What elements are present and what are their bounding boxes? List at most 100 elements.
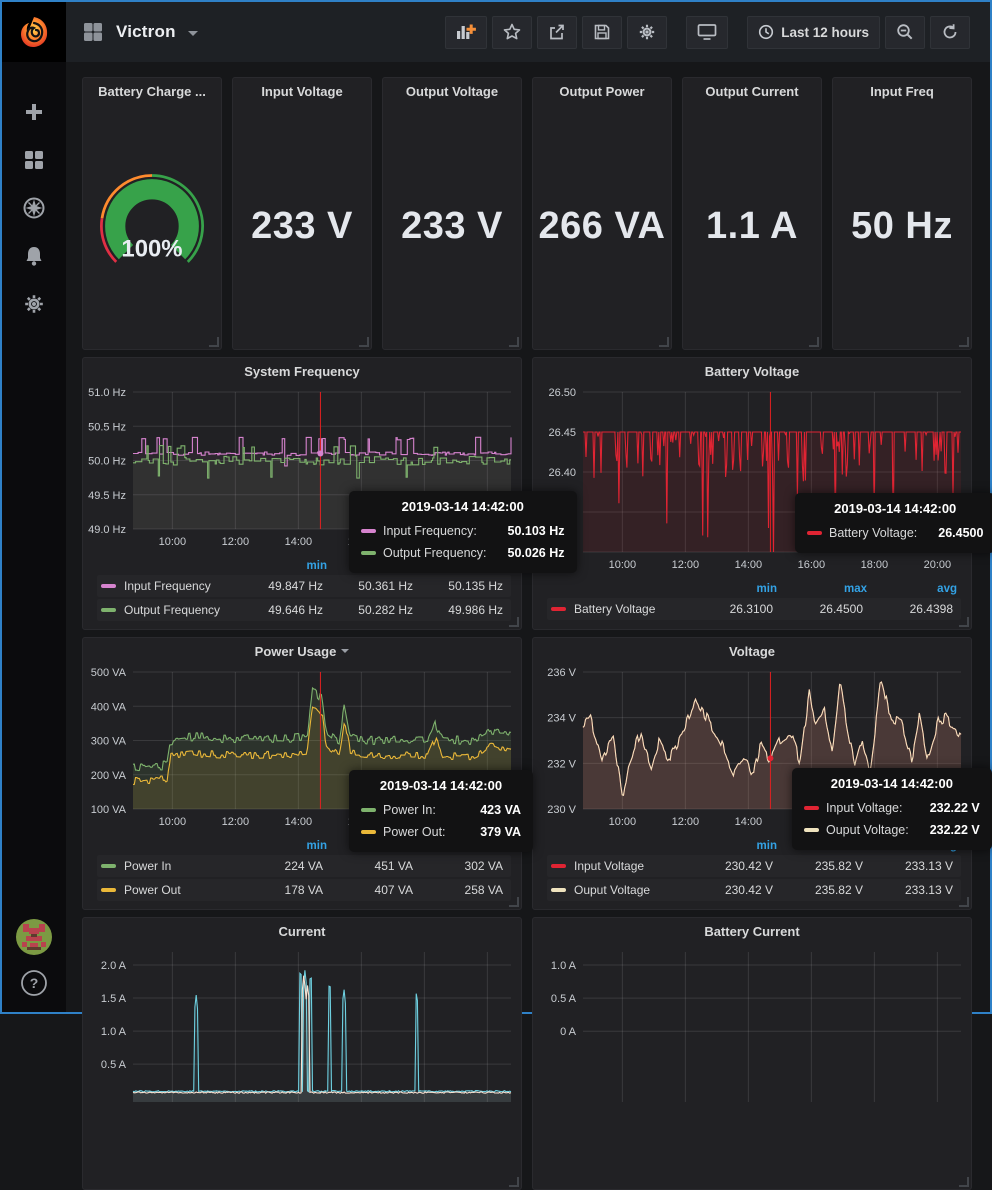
star-button[interactable] <box>492 16 532 49</box>
panel-resize-handle[interactable] <box>959 617 969 627</box>
svg-text:20:00: 20:00 <box>924 559 952 571</box>
zoom-out-button[interactable] <box>885 16 925 49</box>
panel-title[interactable]: Output Power <box>533 78 671 104</box>
svg-text:14:00: 14:00 <box>735 559 763 571</box>
svg-text:14:00: 14:00 <box>285 536 313 548</box>
panel-resize-handle[interactable] <box>959 337 969 347</box>
panel-title[interactable]: Battery Current <box>533 918 971 944</box>
stat-value: 233 V <box>383 104 521 349</box>
panel-resize-handle[interactable] <box>509 337 519 347</box>
panel-title[interactable]: Output Voltage <box>383 78 521 104</box>
top-navbar: Victron <box>66 2 990 62</box>
legend-series-toggle[interactable]: Ouput Voltage <box>551 883 687 897</box>
panel-title[interactable]: Current <box>83 918 521 944</box>
series-color-swatch <box>101 864 116 868</box>
svg-text:1.0 A: 1.0 A <box>101 1026 127 1038</box>
chart-plot-current[interactable]: 2.0 A1.5 A1.0 A0.5 A <box>83 944 521 1124</box>
legend-row: Input Frequency49.847 Hz50.361 Hz50.135 … <box>97 575 511 597</box>
legend-col-max[interactable]: max <box>781 583 871 595</box>
panel-title[interactable]: Battery Voltage <box>533 358 971 384</box>
cycle-view-button[interactable] <box>686 16 728 49</box>
svg-text:51.0 Hz: 51.0 Hz <box>88 387 126 399</box>
panel-resize-handle[interactable] <box>509 897 519 907</box>
panel-title[interactable]: Power Usage <box>83 638 521 664</box>
series-color-swatch <box>361 551 376 555</box>
panel-resize-handle[interactable] <box>509 617 519 627</box>
legend-series-toggle[interactable]: Power In <box>101 859 237 873</box>
legend-series-toggle[interactable]: Input Frequency <box>101 579 237 593</box>
svg-text:1.0 A: 1.0 A <box>551 960 577 972</box>
panel-title[interactable]: Input Freq <box>833 78 971 104</box>
svg-text:0 A: 0 A <box>560 1026 577 1038</box>
save-button[interactable] <box>582 16 622 49</box>
panel-title[interactable]: Voltage <box>533 638 971 664</box>
panel-title[interactable]: Input Voltage <box>233 78 371 104</box>
chevron-down-icon[interactable] <box>188 31 198 36</box>
panel-title[interactable]: System Frequency <box>83 358 521 384</box>
panel-resize-handle[interactable] <box>959 897 969 907</box>
gear-icon <box>638 23 656 41</box>
stat-panel-input-freq: Input Freq50 Hz <box>832 77 972 350</box>
legend-stat-value: 49.986 Hz <box>417 603 507 617</box>
svg-text:26.40: 26.40 <box>548 467 576 479</box>
dashboard-settings-button[interactable] <box>627 16 667 49</box>
sidebar-item-explore[interactable] <box>2 196 66 220</box>
tooltip-row: Input Frequency:50.103 Hz <box>361 520 565 542</box>
legend-stat-value: 230.42 V <box>687 883 777 897</box>
svg-text:10:00: 10:00 <box>609 559 637 571</box>
legend-col-min[interactable]: min <box>691 840 781 852</box>
legend-col-min[interactable]: min <box>691 583 781 595</box>
panel-resize-handle[interactable] <box>659 337 669 347</box>
sidebar-item-create[interactable] <box>2 100 66 124</box>
legend-row: Output Frequency49.646 Hz50.282 Hz49.986… <box>97 599 511 621</box>
share-button[interactable] <box>537 16 577 49</box>
panel-resize-handle[interactable] <box>359 337 369 347</box>
panel-resize-handle[interactable] <box>809 337 819 347</box>
legend-col-min[interactable]: min <box>241 560 331 572</box>
legend-stat-value: 26.4398 <box>867 602 957 616</box>
sidebar-item-alerting[interactable] <box>2 244 66 268</box>
legend-row: Ouput Voltage230.42 V235.82 V233.13 V <box>547 879 961 901</box>
help-button[interactable]: ? <box>2 968 66 998</box>
sidebar: ? <box>2 2 66 1012</box>
legend-series-toggle[interactable]: Input Voltage <box>551 859 687 873</box>
save-icon <box>593 23 611 41</box>
panel-title[interactable]: Output Current <box>683 78 821 104</box>
panel-title[interactable]: Battery Charge ... <box>83 78 221 104</box>
dashboard-canvas: Battery Charge ...100%Input Voltage233 V… <box>82 77 972 1190</box>
time-range-picker[interactable]: Last 12 hours <box>747 16 880 49</box>
dashboard-title[interactable]: Victron <box>116 22 176 42</box>
panel-resize-handle[interactable] <box>509 1177 519 1187</box>
svg-text:400 VA: 400 VA <box>91 701 127 713</box>
chart-tooltip-voltage: 2019-03-14 14:42:00Input Voltage:232.22 … <box>792 768 992 850</box>
sidebar-item-dashboards[interactable] <box>2 148 66 172</box>
refresh-button[interactable] <box>930 16 970 49</box>
grafana-logo[interactable] <box>2 2 66 62</box>
series-color-swatch <box>551 888 566 892</box>
svg-text:200 VA: 200 VA <box>91 770 127 782</box>
add-panel-button[interactable] <box>445 16 487 49</box>
svg-text:10:00: 10:00 <box>159 816 187 828</box>
legend-col-avg[interactable]: avg <box>871 583 961 595</box>
legend-series-toggle[interactable]: Output Frequency <box>101 603 237 617</box>
legend-stat-value: 233.13 V <box>867 883 957 897</box>
stat-panel-output-current: Output Current1.1 A <box>682 77 822 350</box>
stats-row: Battery Charge ...100%Input Voltage233 V… <box>82 77 972 350</box>
legend-col-min[interactable]: min <box>241 840 331 852</box>
svg-text:50.0 Hz: 50.0 Hz <box>88 456 126 468</box>
legend-series-toggle[interactable]: Power Out <box>101 883 237 897</box>
user-avatar[interactable] <box>2 918 66 956</box>
chart-panel-battery-current: Battery Current1.0 A0.5 A0 A <box>532 917 972 1190</box>
time-range-label: Last 12 hours <box>781 25 869 40</box>
panel-resize-handle[interactable] <box>209 337 219 347</box>
sidebar-item-configuration[interactable] <box>2 292 66 316</box>
tooltip-timestamp: 2019-03-14 14:42:00 <box>804 776 980 791</box>
chart-plot-battery-current[interactable]: 1.0 A0.5 A0 A <box>533 944 971 1124</box>
svg-text:14:00: 14:00 <box>735 816 763 828</box>
tooltip-timestamp: 2019-03-14 14:42:00 <box>361 778 521 793</box>
svg-text:49.5 Hz: 49.5 Hz <box>88 490 126 502</box>
panel-resize-handle[interactable] <box>959 1177 969 1187</box>
legend-series-toggle[interactable]: Battery Voltage <box>551 602 687 616</box>
tooltip-timestamp: 2019-03-14 14:42:00 <box>807 501 983 516</box>
legend-stat-value: 258 VA <box>417 883 507 897</box>
